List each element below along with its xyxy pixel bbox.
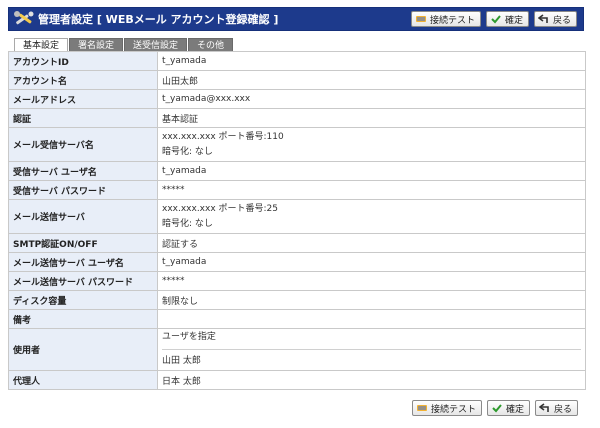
recv-server-host: xxx.xxx.xxx ポート番号:110 — [162, 131, 284, 142]
confirm-label: 確定 — [504, 15, 523, 26]
row-value: xxx.xxx.xxx ポート番号:110 暗号化: なし — [157, 127, 586, 162]
row-value: ***** — [157, 271, 586, 291]
table-row: アカウントID t_yamada — [8, 51, 586, 71]
check-icon — [491, 402, 503, 414]
table-row: 使用者 ユーザを指定 山田 太郎 — [8, 328, 586, 371]
row-label: メール受信サーバ名 — [8, 127, 158, 162]
table-row: メール送信サーバ ユーザ名 t_yamada — [8, 252, 586, 272]
table-row: メール送信サーバ パスワード ***** — [8, 271, 586, 291]
row-label: メール送信サーバ パスワード — [8, 271, 158, 291]
row-label: メールアドレス — [8, 89, 158, 109]
users-mode: ユーザを指定 — [162, 332, 216, 342]
connection-test-button[interactable]: 接続テスト — [410, 11, 481, 27]
confirm-label: 確定 — [505, 404, 524, 415]
tab-bar: 基本設定 署名設定 送受信設定 その他 — [14, 38, 234, 52]
table-row: メールアドレス t_yamada@xxx.xxx — [8, 89, 586, 109]
row-label: 代理人 — [8, 370, 158, 390]
connection-test-button-bottom[interactable]: 接続テスト — [411, 400, 482, 416]
row-label: 使用者 — [8, 328, 158, 371]
table-row: 受信サーバ パスワード ***** — [8, 180, 586, 200]
row-value — [157, 309, 586, 329]
account-details-table: アカウントID t_yamada アカウント名 山田太郎 メールアドレス t_y… — [8, 51, 586, 390]
users-name: 山田 太郎 — [162, 356, 201, 366]
tab-other[interactable]: その他 — [188, 38, 234, 52]
table-row: メール送信サーバ xxx.xxx.xxx ポート番号:25 暗号化: なし — [8, 199, 586, 234]
row-label: メール送信サーバ — [8, 199, 158, 234]
divider — [162, 349, 581, 350]
check-icon — [490, 13, 502, 25]
table-row: 認証 基本認証 — [8, 108, 586, 128]
row-value: 制限なし — [157, 290, 586, 310]
tab-signature[interactable]: 署名設定 — [69, 38, 124, 52]
connection-test-label: 接続テスト — [429, 15, 475, 26]
back-arrow-icon — [537, 13, 550, 25]
row-value: t_yamada — [157, 252, 586, 272]
table-row: 備考 — [8, 309, 586, 329]
table-row: 受信サーバ ユーザ名 t_yamada — [8, 161, 586, 181]
row-label: 受信サーバ パスワード — [8, 180, 158, 200]
footer-actions: 接続テスト 確定 戻る — [411, 400, 578, 416]
row-value: t_yamada — [157, 51, 586, 71]
back-label: 戻る — [553, 404, 572, 415]
confirm-button[interactable]: 確定 — [485, 11, 529, 27]
back-button[interactable]: 戻る — [533, 11, 577, 27]
table-row: アカウント名 山田太郎 — [8, 70, 586, 90]
row-label: アカウント名 — [8, 70, 158, 90]
header-actions: 接続テスト 確定 戻る — [410, 11, 577, 27]
row-label: ディスク容量 — [8, 290, 158, 310]
page-title: 管理者設定 [ WEBメール アカウント登録確認 ] — [38, 13, 279, 26]
send-server-encryption: 暗号化: なし — [162, 218, 213, 229]
back-label: 戻る — [552, 15, 571, 26]
row-label: 備考 — [8, 309, 158, 329]
row-label: 受信サーバ ユーザ名 — [8, 161, 158, 181]
title-bar: 管理者設定 [ WEBメール アカウント登録確認 ] 接続テスト 確定 戻る — [8, 7, 584, 31]
row-label: SMTP認証ON/OFF — [8, 233, 158, 253]
back-arrow-icon — [538, 402, 551, 414]
send-server-host: xxx.xxx.xxx ポート番号:25 — [162, 203, 279, 214]
row-value: ***** — [157, 180, 586, 200]
connection-test-icon — [415, 13, 427, 25]
row-value: 日本 太郎 — [157, 370, 586, 390]
connection-test-label: 接続テスト — [430, 404, 476, 415]
back-button-bottom[interactable]: 戻る — [534, 400, 578, 416]
recv-server-encryption: 暗号化: なし — [162, 146, 213, 157]
row-label: メール送信サーバ ユーザ名 — [8, 252, 158, 272]
row-value: 山田太郎 — [157, 70, 586, 90]
tab-basic[interactable]: 基本設定 — [14, 38, 69, 52]
row-value: ユーザを指定 山田 太郎 — [157, 328, 586, 371]
connection-test-icon — [416, 402, 428, 414]
table-row: メール受信サーバ名 xxx.xxx.xxx ポート番号:110 暗号化: なし — [8, 127, 586, 162]
tab-send-receive[interactable]: 送受信設定 — [124, 38, 188, 52]
row-value: 基本認証 — [157, 108, 586, 128]
row-label: 認証 — [8, 108, 158, 128]
row-label: アカウントID — [8, 51, 158, 71]
row-value: t_yamada@xxx.xxx — [157, 89, 586, 109]
table-row: SMTP認証ON/OFF 認証する — [8, 233, 586, 253]
tools-icon — [12, 9, 36, 29]
confirm-button-bottom[interactable]: 確定 — [486, 400, 530, 416]
row-value: 認証する — [157, 233, 586, 253]
row-value: t_yamada — [157, 161, 586, 181]
row-value: xxx.xxx.xxx ポート番号:25 暗号化: なし — [157, 199, 586, 234]
table-row: ディスク容量 制限なし — [8, 290, 586, 310]
table-row: 代理人 日本 太郎 — [8, 370, 586, 390]
